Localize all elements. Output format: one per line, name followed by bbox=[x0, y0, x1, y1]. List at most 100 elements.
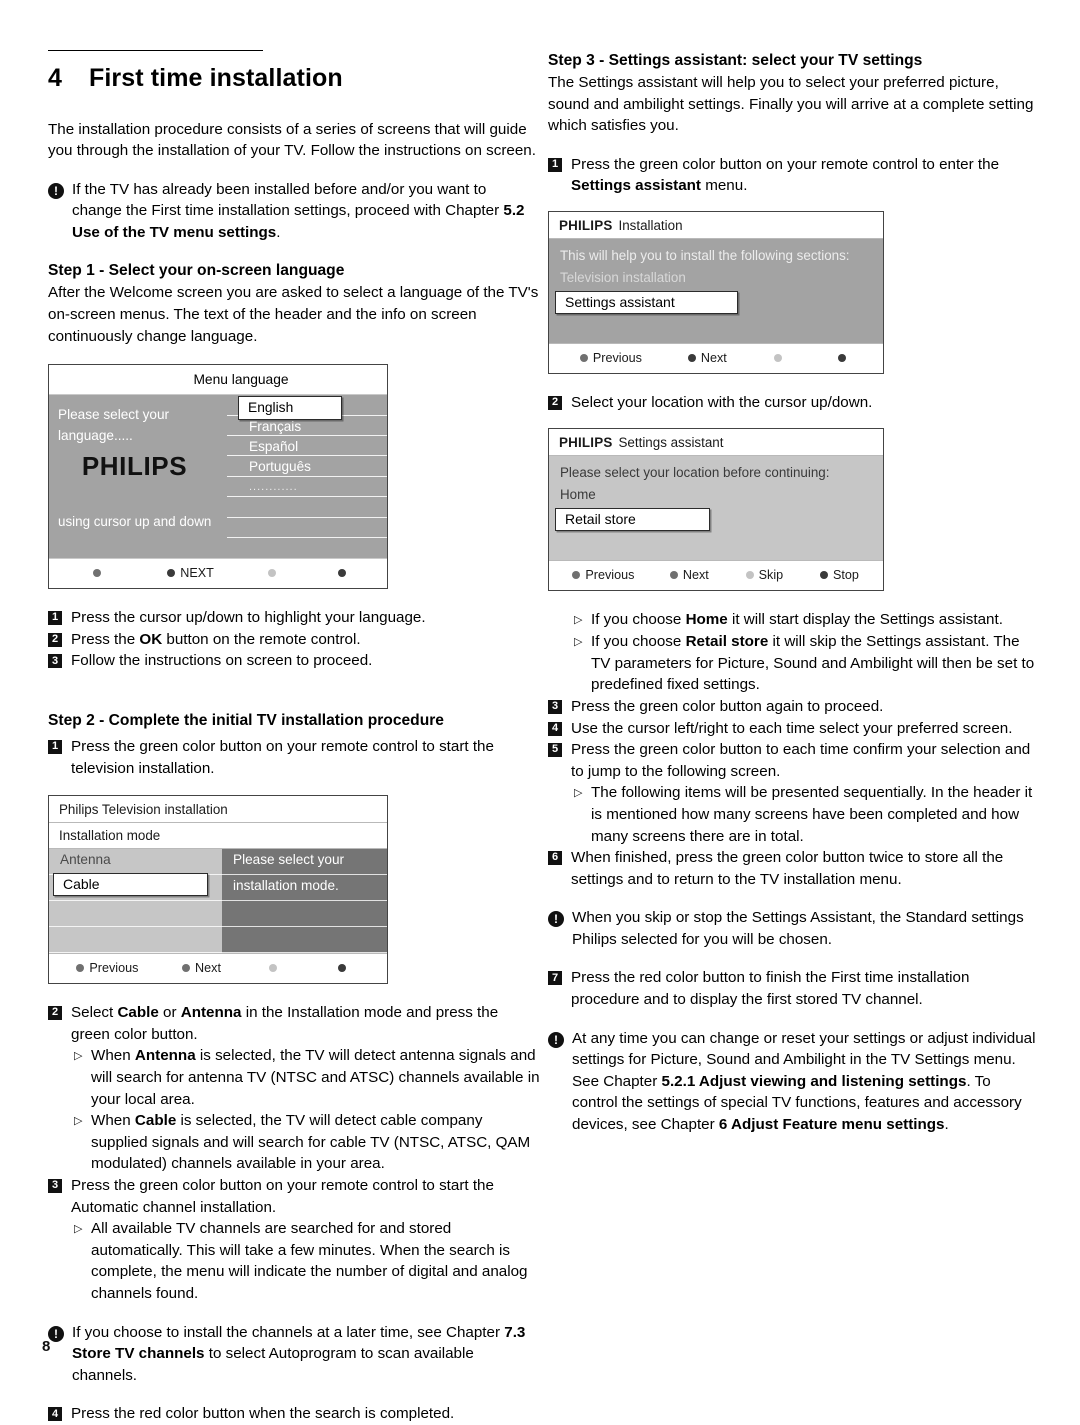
mock2-footer-previous[interactable]: Previous bbox=[55, 961, 160, 975]
mock1-language-list: English Français Español Português .....… bbox=[227, 395, 387, 559]
mock4-skip-label: Skip bbox=[758, 567, 784, 582]
mock3-footer-next[interactable]: Next bbox=[667, 351, 748, 365]
list-number: 3 bbox=[48, 654, 62, 669]
install-option-blank1 bbox=[49, 901, 222, 928]
language-option-portugues[interactable]: Português bbox=[227, 456, 387, 477]
step3-item-6: 6 When finished, press the green color b… bbox=[548, 847, 1040, 890]
list-number: 5 bbox=[548, 743, 562, 758]
step1-body: After the Welcome screen you are asked t… bbox=[48, 284, 539, 345]
step3-item-1: 1 Press the green color button on your r… bbox=[548, 154, 1040, 197]
mock4-footer-stop[interactable]: Stop bbox=[802, 568, 877, 582]
step3-item-1-text: Press the green color button on your rem… bbox=[571, 155, 1000, 195]
mock2-footer-next[interactable]: Next bbox=[160, 961, 243, 975]
list-number: 1 bbox=[48, 740, 62, 755]
mock4-body: Please select your location before conti… bbox=[549, 455, 883, 560]
philips-brand-label: PHILIPS bbox=[559, 434, 613, 450]
chapter-ref-6: 6 Adjust Feature menu settings bbox=[718, 1116, 945, 1134]
left-column: 4 First time installation The installati… bbox=[48, 50, 540, 1425]
ok-button-ref: OK bbox=[139, 630, 163, 648]
step3-item-6-text: When finished, press the green color but… bbox=[571, 849, 1004, 888]
list-number: 3 bbox=[48, 1178, 62, 1193]
step2-item-2: 2 Select Cable or Antenna in the Install… bbox=[48, 1002, 540, 1045]
note-install-later-text: If you choose to install the channels at… bbox=[72, 1323, 526, 1384]
mock1-next-label: NEXT bbox=[180, 566, 214, 581]
chapter-ref: 5.2 bbox=[503, 202, 525, 220]
triangle-bullet-icon: ▷ bbox=[74, 1115, 83, 1128]
bullet-home-text: If you choose Home it will start display… bbox=[591, 610, 1003, 628]
home-ref: Home bbox=[685, 610, 728, 628]
step3-heading: Step 3 - Settings assistant: select your… bbox=[548, 52, 923, 69]
list-number: 2 bbox=[48, 632, 62, 647]
mock3-footer-previous[interactable]: Previous bbox=[555, 351, 667, 365]
mock3-footer-dot-3[interactable] bbox=[748, 353, 808, 362]
list-number: 2 bbox=[48, 1006, 62, 1021]
step2-item-2-text: Select Cable or Antenna in the Installat… bbox=[71, 1004, 499, 1043]
step1-item-3-text: Follow the instructions on screen to pro… bbox=[71, 652, 373, 670]
selected-language-highlight[interactable]: English bbox=[238, 396, 342, 421]
mock1-footer-dot-1[interactable] bbox=[55, 569, 139, 578]
note-skip-stop: ! When you skip or stop the Settings Ass… bbox=[548, 907, 1040, 950]
mock1-footer-next[interactable]: NEXT bbox=[139, 566, 241, 580]
install-option-antenna[interactable]: Antenna bbox=[49, 849, 222, 876]
triangle-bullet-icon: ▷ bbox=[574, 787, 583, 800]
mock3-body: This will help you to install the follow… bbox=[549, 238, 883, 343]
chapter-number: 4 bbox=[48, 64, 63, 92]
mock2-footer-dot-3[interactable] bbox=[243, 964, 303, 973]
right-column: Step 3 - Settings assistant: select your… bbox=[548, 50, 1040, 1136]
note-change-reset: ! At any time you can change or reset yo… bbox=[548, 1028, 1040, 1136]
manual-page: 4 First time installation The installati… bbox=[0, 0, 1080, 1422]
warning-icon: ! bbox=[548, 911, 564, 928]
mock3-next-label: Next bbox=[700, 350, 727, 365]
step3-item-5: 5 Press the green color button to each t… bbox=[548, 739, 1040, 782]
install-option-blank2 bbox=[49, 927, 222, 954]
bullet-sequential-text: The following items will be presented se… bbox=[591, 784, 1033, 845]
mock2-footer: Previous Next bbox=[49, 953, 387, 984]
bullet-retail-store-text: If you choose Retail store it will skip … bbox=[591, 633, 1035, 694]
mock2-body: Antenna Cable Please select your install… bbox=[49, 849, 387, 954]
triangle-bullet-icon: ▷ bbox=[74, 1223, 83, 1236]
mock1-footer: NEXT bbox=[49, 558, 387, 589]
mock4-footer-skip[interactable]: Skip bbox=[727, 568, 802, 582]
selected-install-mode-highlight[interactable]: Cable bbox=[53, 873, 208, 897]
step2-item-3: 3 Press the green color button on your r… bbox=[48, 1175, 540, 1218]
mock4-title-label: Settings assistant bbox=[618, 434, 724, 450]
mock4-footer-previous[interactable]: Previous bbox=[555, 568, 652, 582]
chapter-ref-title: Use of the TV menu settings bbox=[72, 223, 277, 241]
mock3-footer-dot-4[interactable] bbox=[808, 353, 877, 362]
list-number: 4 bbox=[48, 1407, 62, 1422]
step2-bullet-antenna: ▷ When Antenna is selected, the TV will … bbox=[48, 1045, 540, 1110]
step3-item-4-text: Use the cursor left/right to each time s… bbox=[571, 719, 1013, 737]
step2-bullet-cable: ▷ When Cable is selected, the TV will de… bbox=[48, 1110, 540, 1175]
step2-item-1-text: Press the green color button on your rem… bbox=[71, 738, 494, 777]
step3-item-2: 2 Select your location with the cursor u… bbox=[548, 392, 1040, 414]
mock4-title: PHILIPS Settings assistant bbox=[549, 429, 883, 456]
warning-icon: ! bbox=[48, 182, 64, 199]
location-option-home[interactable]: Home bbox=[549, 487, 883, 509]
step3-item-3-text: Press the green color button again to pr… bbox=[571, 697, 884, 715]
step3-item-4: 4 Use the cursor left/right to each time… bbox=[548, 718, 1040, 740]
step2-heading: Step 2 - Complete the initial TV install… bbox=[48, 712, 444, 730]
mock3-line-1: This will help you to install the follow… bbox=[560, 247, 850, 263]
mock1-footer-dot-4[interactable] bbox=[302, 569, 381, 578]
mock3-previous-label: Previous bbox=[592, 350, 642, 365]
mock2-footer-dot-4[interactable] bbox=[303, 964, 381, 973]
list-number: 1 bbox=[548, 157, 562, 172]
mock4-footer-next[interactable]: Next bbox=[652, 568, 727, 582]
mock3-title: PHILIPS Installation bbox=[549, 212, 883, 239]
step2-item-4-text: Press the red color button when the sear… bbox=[71, 1405, 455, 1423]
list-number: 4 bbox=[548, 721, 562, 736]
step2-item-1: 1 Press the green color button on your r… bbox=[48, 736, 540, 779]
step2-item-3-text: Press the green color button on your rem… bbox=[71, 1176, 494, 1216]
selected-settings-assistant-highlight[interactable]: Settings assistant bbox=[555, 290, 738, 314]
step3-item-2-text: Select your location with the cursor up/… bbox=[571, 393, 873, 411]
language-option-more[interactable]: ............ bbox=[227, 477, 387, 498]
list-number: 1 bbox=[48, 611, 62, 626]
selected-location-highlight[interactable]: Retail store bbox=[555, 507, 710, 531]
bullet-sequential: ▷ The following items will be presented … bbox=[548, 782, 1040, 847]
mock1-info-line2: language..... bbox=[58, 428, 133, 444]
language-option-espanol[interactable]: Español bbox=[227, 436, 387, 457]
mock3-line-2[interactable]: Television installation bbox=[549, 270, 883, 292]
mock2-title: Philips Television installation bbox=[49, 796, 387, 824]
mock1-footer-dot-3[interactable] bbox=[242, 569, 303, 578]
mock-philips-installation-screen: PHILIPS Installation This will help you t… bbox=[548, 210, 884, 374]
